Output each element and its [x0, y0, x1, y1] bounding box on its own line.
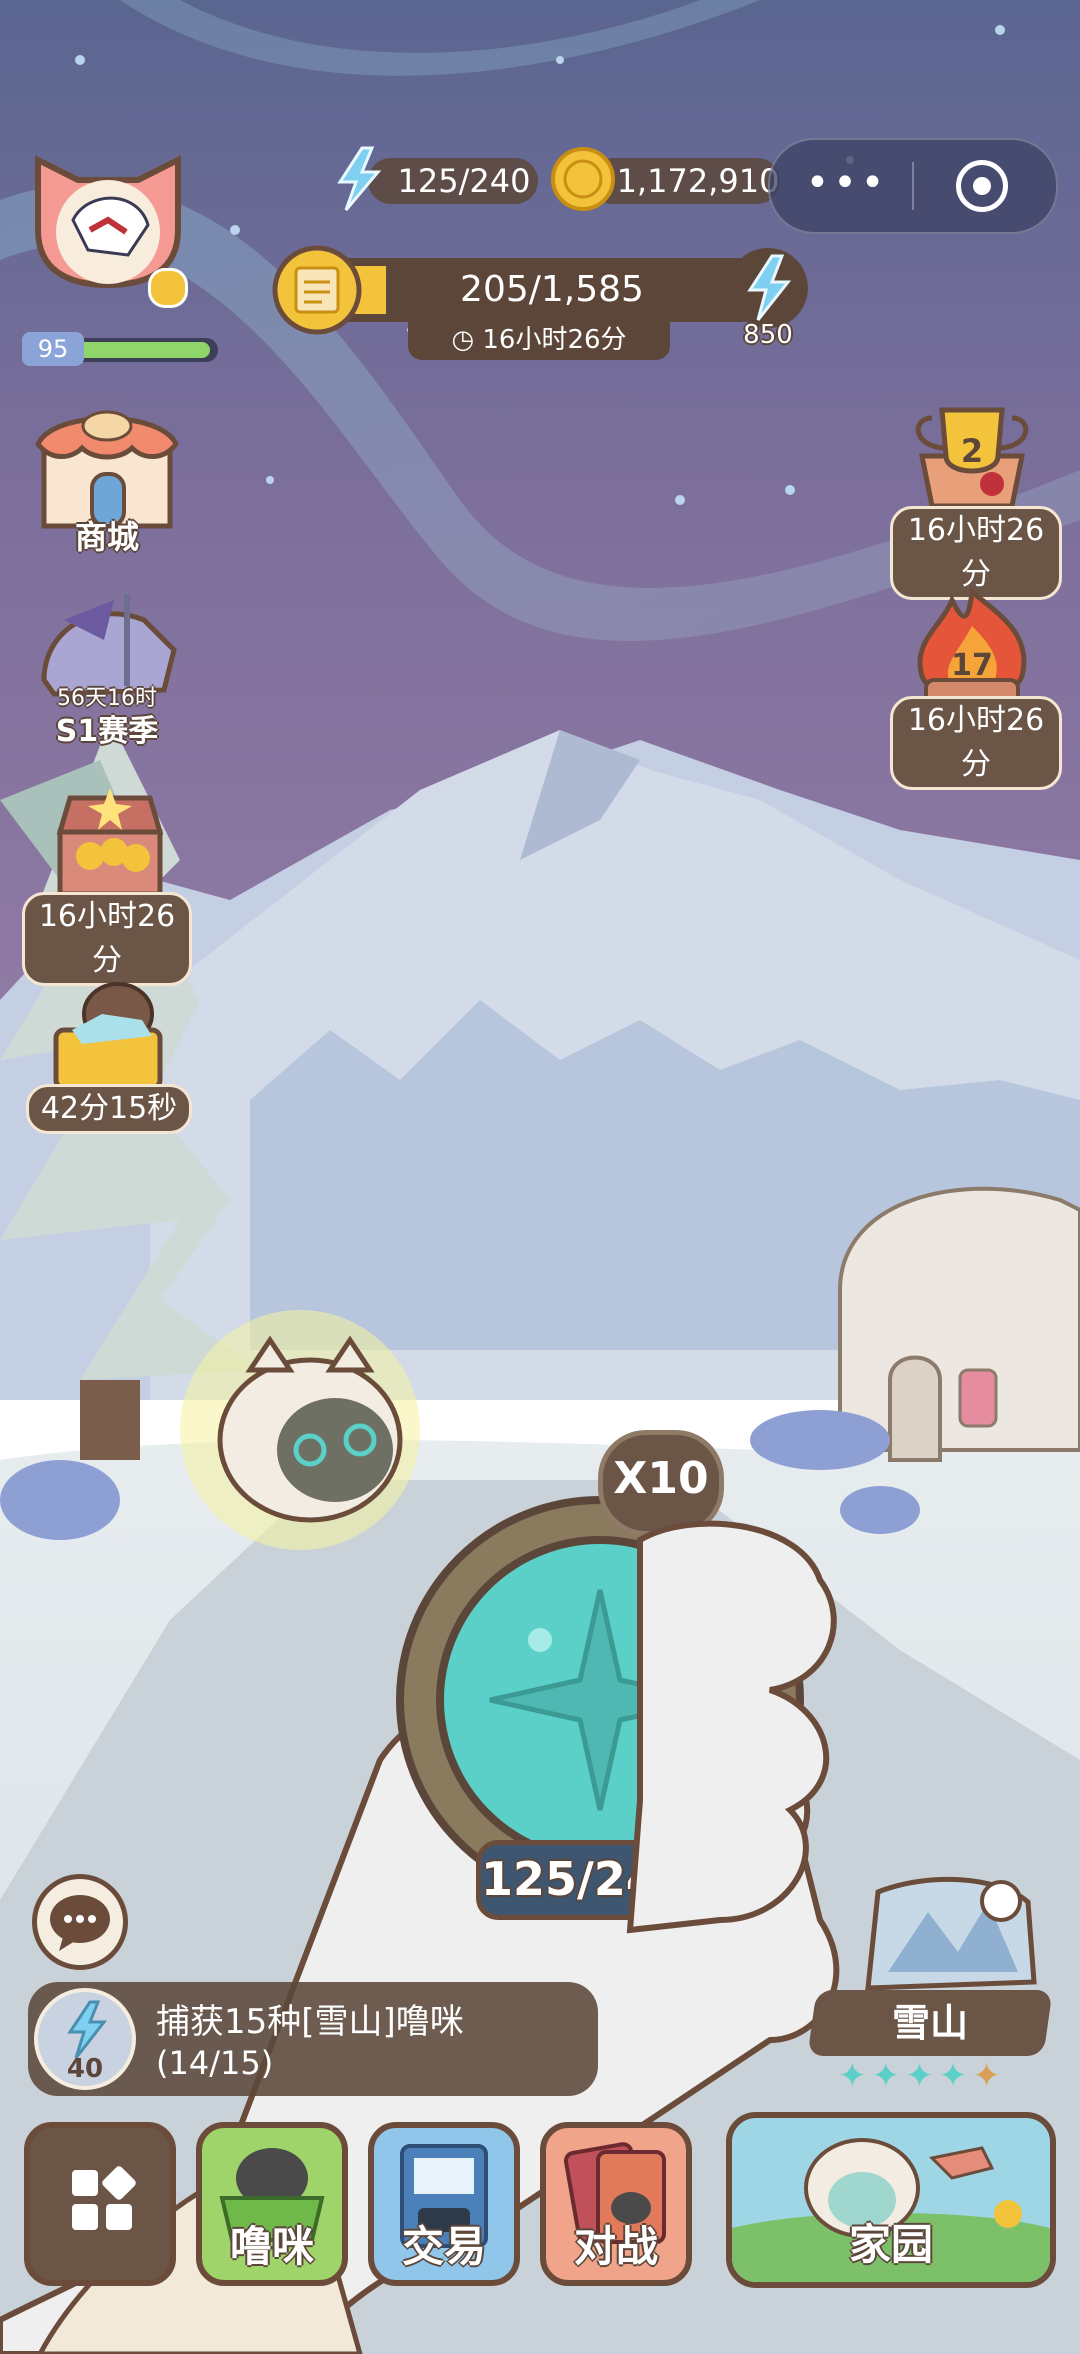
- nav-trade[interactable]: 交易: [368, 2122, 520, 2286]
- fire-icon: [917, 587, 1027, 704]
- location-timer-icon: [980, 1880, 1022, 1922]
- quest-progress-bar[interactable]: 205/1,585 ◷ 16小时26分 850: [272, 244, 812, 364]
- quest-progress-text: 205/1,585: [460, 269, 644, 310]
- system-capsule: •••: [768, 138, 1058, 234]
- level-badge: 95: [22, 332, 84, 366]
- task-title: 捕获15种[雪山]噜咪: [156, 2002, 464, 2042]
- trophy-count: 2: [960, 432, 984, 470]
- gift-button[interactable]: 42分15秒: [22, 974, 192, 1134]
- grid-menu-icon: [72, 2166, 136, 2230]
- shop-label: 商城: [74, 518, 139, 556]
- shop-icon: [35, 410, 179, 529]
- gift-timer: 42分15秒: [26, 1084, 192, 1134]
- chat-button[interactable]: [32, 1874, 128, 1970]
- menu-grid-button[interactable]: [24, 2122, 176, 2286]
- season-label: S1赛季: [55, 714, 159, 749]
- quest-reward-value: 850: [743, 320, 793, 350]
- task-cost-badge: 40: [34, 1988, 136, 2090]
- location-card[interactable]: 雪山 ✦ ✦ ✦ ✦ ✦: [807, 1872, 1060, 2102]
- treasure-chest-button[interactable]: 16小时26分: [22, 782, 192, 986]
- game-screen: { "resources": { "energy": "125/240", "c…: [0, 0, 1080, 2354]
- nav-home[interactable]: 家园: [726, 2112, 1056, 2288]
- star-icon: ✦: [838, 2056, 867, 2096]
- coin-icon: [551, 147, 615, 211]
- scroll-map-icon: [272, 245, 362, 335]
- coin-counter: 1,172,910: [550, 146, 780, 212]
- close-capsule-icon[interactable]: [956, 160, 1008, 212]
- gift-creature-icon: [53, 982, 163, 1091]
- quest-timer: ◷ 16小时26分: [408, 320, 670, 360]
- nav-battle[interactable]: 对战: [540, 2122, 692, 2286]
- fire-timer: 16小时26分: [890, 696, 1062, 790]
- star-icon: ✦: [871, 2056, 901, 2096]
- fire-event-button[interactable]: 17 16小时26分: [888, 586, 1062, 790]
- level-bar: 95: [22, 332, 218, 366]
- season-button[interactable]: 56天16时 S1赛季: [34, 590, 180, 749]
- treasure-chest-icon: [56, 788, 164, 897]
- chat-bubble-icon: [50, 1895, 110, 1951]
- location-name: 雪山: [891, 2001, 968, 2045]
- star-icon: ✦: [972, 2056, 1001, 2096]
- more-menu-icon[interactable]: •••: [792, 158, 902, 214]
- location-stars: ✦ ✦ ✦ ✦ ✦: [838, 2056, 1048, 2096]
- star-icon: ✦: [938, 2056, 968, 2096]
- chest-timer: 16小时26分: [22, 892, 192, 986]
- clock-icon: ◷: [451, 325, 483, 355]
- shop-button[interactable]: 商城: [34, 400, 180, 556]
- lightning-icon: [67, 2000, 108, 2059]
- task-panel[interactable]: 40 捕获15种[雪山]噜咪 (14/15): [28, 1982, 598, 2096]
- fire-count: 17: [951, 648, 993, 683]
- task-progress: (14/15): [156, 2044, 274, 2082]
- lightning-icon: [337, 146, 382, 211]
- energy-counter: 125/240: [330, 146, 538, 212]
- star-icon: ✦: [905, 2056, 934, 2096]
- trophy-event-button[interactable]: 2 16小时26分: [888, 396, 1062, 600]
- avatar-badge-icon: [148, 268, 188, 308]
- nav-lumi[interactable]: 噜咪: [196, 2122, 348, 2286]
